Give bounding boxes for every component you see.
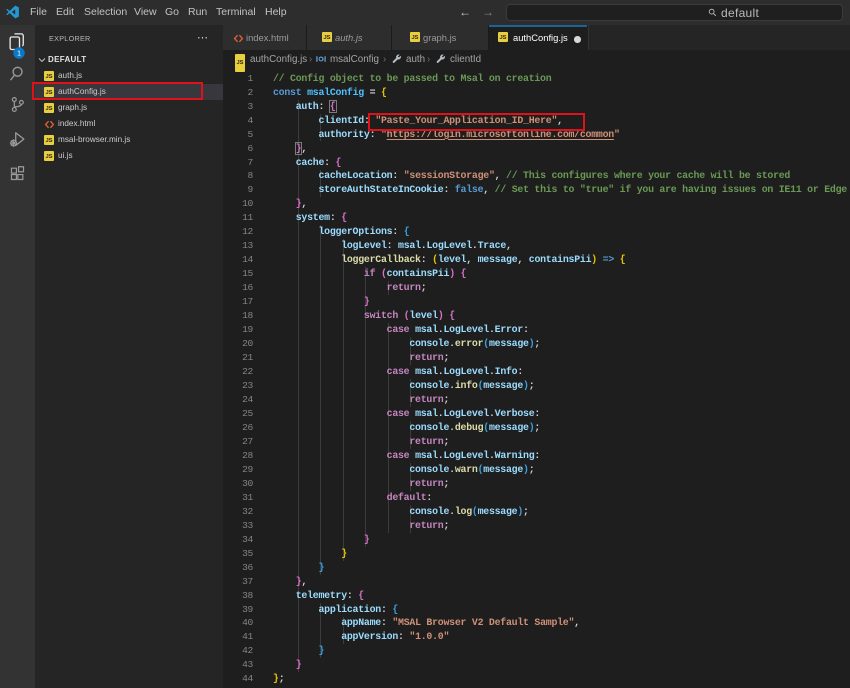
svg-text:1: 1 <box>16 48 20 57</box>
